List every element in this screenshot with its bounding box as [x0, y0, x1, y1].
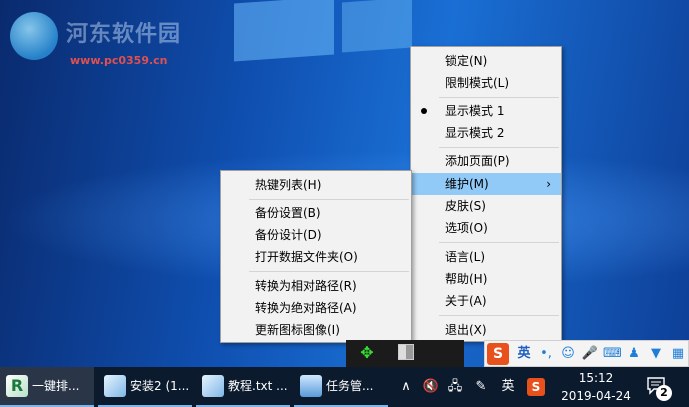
menu-item-label: 语言(L): [445, 250, 486, 264]
submenu-arrow-icon: ›: [546, 177, 551, 191]
taskbar-button-tutorial[interactable]: 教程.txt ...: [196, 367, 290, 407]
watermark-logo-icon: [10, 12, 58, 60]
menu-item-convert-relative[interactable]: 转换为相对路径(R): [221, 275, 411, 297]
sogou-tray-icon[interactable]: S: [526, 367, 546, 407]
network-icon[interactable]: 🖧: [444, 367, 466, 407]
menu-item-backup-design[interactable]: 备份设计(D): [221, 224, 411, 246]
menu-item-skin[interactable]: 皮肤(S): [411, 195, 561, 217]
menu-item-label: 皮肤(S): [445, 199, 486, 213]
clock-time: 15:12: [578, 371, 614, 385]
keyboard-icon[interactable]: ⌨: [603, 344, 622, 364]
taskbar-button-installer[interactable]: 安装2 (1...: [98, 367, 192, 407]
menu-item-add-page[interactable]: 添加页面(P): [411, 150, 561, 172]
menu-item-restricted-mode[interactable]: 限制模式(L): [411, 72, 561, 94]
menu-item-label: 显示模式 2: [445, 126, 505, 140]
menu-item-label: 关于(A): [445, 294, 487, 308]
pen-icon[interactable]: ✎: [470, 367, 492, 407]
menu-item-convert-absolute[interactable]: 转换为绝对路径(A): [221, 297, 411, 319]
menu-item-label: 备份设置(B): [255, 206, 321, 220]
menu-item-exit[interactable]: 退出(X): [411, 319, 561, 341]
windows-logo-pane: [234, 0, 334, 62]
taskbar-button-label: 任务管...: [326, 379, 374, 393]
watermark-title: 河东软件园: [66, 22, 182, 47]
shirt-icon[interactable]: ▼: [647, 344, 665, 364]
taskbar-button-taskmanager[interactable]: 任务管...: [294, 367, 388, 407]
windows-logo-pane: [342, 0, 412, 53]
menu-item-label: 显示模式 1: [445, 104, 505, 118]
menu-item-label: 更新图标图像(I): [255, 323, 340, 337]
site-watermark: 河东软件园 www.pc0359.cn: [6, 10, 226, 70]
menu-item-label: 维护(M): [445, 177, 489, 191]
taskbar-button-label: 一键排...: [32, 379, 80, 393]
menu-item-update-icons[interactable]: 更新图标图像(I): [221, 319, 411, 341]
app-tray-icon[interactable]: [398, 344, 414, 360]
clock-date: 2019-04-24: [561, 389, 631, 403]
menu-separator: [439, 315, 559, 316]
menu-item-label: 备份设计(D): [255, 228, 322, 242]
menu-item-label: 锁定(N): [445, 54, 488, 68]
person-icon[interactable]: ♟: [625, 344, 643, 364]
context-submenu-maintenance: 热键列表(H) 备份设置(B) 备份设计(D) 打开数据文件夹(O) 转换为相对…: [220, 170, 412, 343]
menu-item-label: 限制模式(L): [445, 76, 510, 90]
sogou-logo-icon[interactable]: S: [487, 343, 509, 365]
tray-chevron-icon[interactable]: ∧: [396, 367, 416, 407]
app-r-icon: R: [6, 375, 28, 397]
microphone-icon[interactable]: 🎤: [581, 344, 599, 364]
menu-item-help[interactable]: 帮助(H): [411, 268, 561, 290]
taskmanager-icon: [300, 375, 322, 397]
watermark-url: www.pc0359.cn: [70, 54, 168, 67]
menu-separator: [439, 147, 559, 148]
radio-bullet-icon: [421, 108, 427, 114]
ime-toolbar: S 英 •, ☺ 🎤 ⌨ ♟ ▼ ▦: [484, 340, 689, 367]
menu-item-label: 打开数据文件夹(O): [255, 250, 358, 264]
taskbar-button-label: 安装2 (1...: [130, 379, 190, 393]
menu-item-lock[interactable]: 锁定(N): [411, 50, 561, 72]
tray-overflow-popup: ✥: [346, 340, 464, 367]
menu-separator: [439, 97, 559, 98]
menu-item-label: 热键列表(H): [255, 178, 322, 192]
menu-item-options[interactable]: 选项(O): [411, 217, 561, 239]
taskbar-button-app[interactable]: R 一键排...: [0, 367, 94, 407]
menu-item-about[interactable]: 关于(A): [411, 290, 561, 312]
menu-item-open-data-folder[interactable]: 打开数据文件夹(O): [221, 246, 411, 268]
menu-item-label: 添加页面(P): [445, 154, 510, 168]
menu-item-label: 选项(O): [445, 221, 488, 235]
ime-lang-toggle[interactable]: 英: [515, 344, 533, 364]
menu-item-display-mode-1[interactable]: 显示模式 1: [411, 100, 561, 122]
taskbar: R 一键排... 安装2 (1... 教程.txt ... 任务管... ∧ 🔇…: [0, 367, 689, 407]
volume-muted-icon[interactable]: 🔇: [420, 367, 442, 407]
menu-item-maintenance[interactable]: 维护(M) ›: [411, 173, 561, 195]
green-app-icon[interactable]: ✥: [358, 344, 376, 362]
notification-count-badge: 2: [656, 385, 672, 401]
notepad-icon: [202, 375, 224, 397]
notepad-icon: [104, 375, 126, 397]
sogou-tray-logo: S: [527, 377, 545, 396]
taskbar-clock[interactable]: 15:12 2019-04-24: [556, 369, 636, 405]
context-menu-main: 锁定(N) 限制模式(L) 显示模式 1 显示模式 2 添加页面(P) 维护(M…: [410, 46, 562, 342]
menu-item-label: 转换为相对路径(R): [255, 279, 357, 293]
menu-item-hotkey-list[interactable]: 热键列表(H): [221, 174, 411, 196]
menu-item-backup-settings[interactable]: 备份设置(B): [221, 202, 411, 224]
taskbar-button-label: 教程.txt ...: [228, 379, 288, 393]
menu-separator: [249, 199, 409, 200]
menu-separator: [249, 271, 409, 272]
menu-item-label: 帮助(H): [445, 272, 488, 286]
menu-item-display-mode-2[interactable]: 显示模式 2: [411, 122, 561, 144]
grid-icon[interactable]: ▦: [669, 344, 687, 364]
ime-punct-toggle[interactable]: •,: [537, 344, 555, 364]
menu-item-label: 转换为绝对路径(A): [255, 301, 357, 315]
menu-item-language[interactable]: 语言(L): [411, 246, 561, 268]
smiley-icon[interactable]: ☺: [559, 344, 577, 364]
menu-item-label: 退出(X): [445, 323, 487, 337]
tray-lang-indicator[interactable]: 英: [496, 367, 520, 407]
menu-separator: [439, 242, 559, 243]
